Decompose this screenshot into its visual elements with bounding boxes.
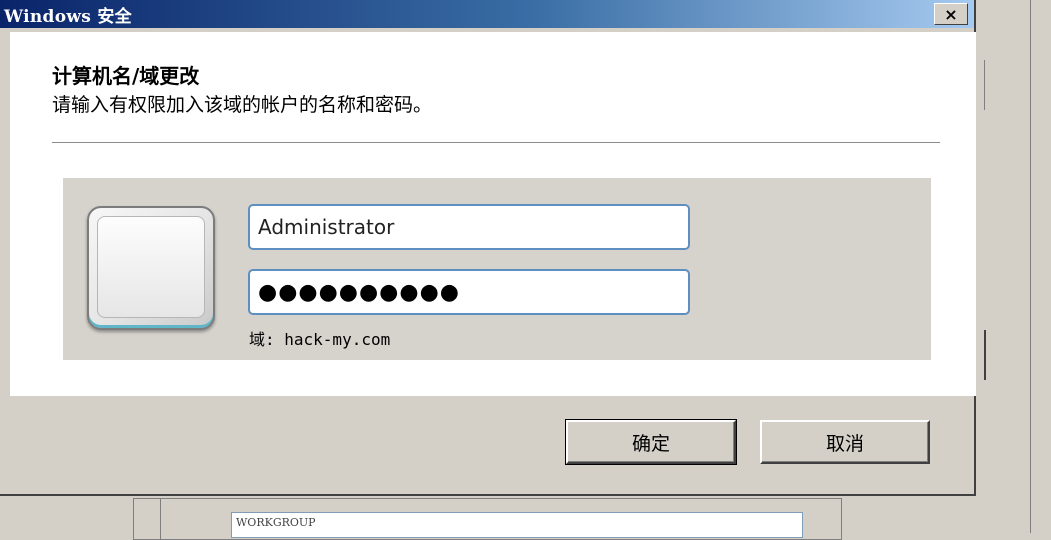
ok-button-label: 确定 <box>631 432 670 455</box>
domain-label: 域: hack-my.com <box>249 330 391 349</box>
close-icon: × <box>944 4 958 24</box>
username-value: Administrator <box>258 215 395 239</box>
user-tile-face <box>97 216 205 318</box>
dialog-heading: 计算机名/域更改 <box>52 64 200 88</box>
dialog-instructions: 请输入有权限加入该域的帐户的名称和密码。 <box>52 94 433 116</box>
cancel-button[interactable]: 取消 <box>760 420 930 464</box>
dialog-content: 计算机名/域更改 请输入有权限加入该域的帐户的名称和密码。 Administra… <box>10 32 976 396</box>
background-divider <box>984 60 985 110</box>
password-value: ●●●●●●●●●● <box>258 279 460 305</box>
background-window <box>976 0 1051 533</box>
ok-button[interactable]: 确定 <box>565 419 737 465</box>
username-field[interactable]: Administrator <box>248 204 690 250</box>
dialog-title: Windows 安全 <box>4 6 132 27</box>
user-tile-icon <box>87 206 215 330</box>
cancel-button-label: 取消 <box>825 432 864 455</box>
password-field[interactable]: ●●●●●●●●●● <box>248 269 690 315</box>
background-divider <box>984 330 986 380</box>
close-button[interactable]: × <box>934 3 968 25</box>
workgroup-field: WORKGROUP <box>231 512 803 538</box>
credential-panel: Administrator ●●●●●●●●●● 域: hack-my.com <box>63 178 931 360</box>
background-divider <box>1030 0 1031 533</box>
title-bar: Windows 安全 × <box>0 0 974 28</box>
divider <box>52 142 940 143</box>
windows-security-dialog: Windows 安全 × 计算机名/域更改 请输入有权限加入该域的帐户的名称和密… <box>0 0 976 496</box>
